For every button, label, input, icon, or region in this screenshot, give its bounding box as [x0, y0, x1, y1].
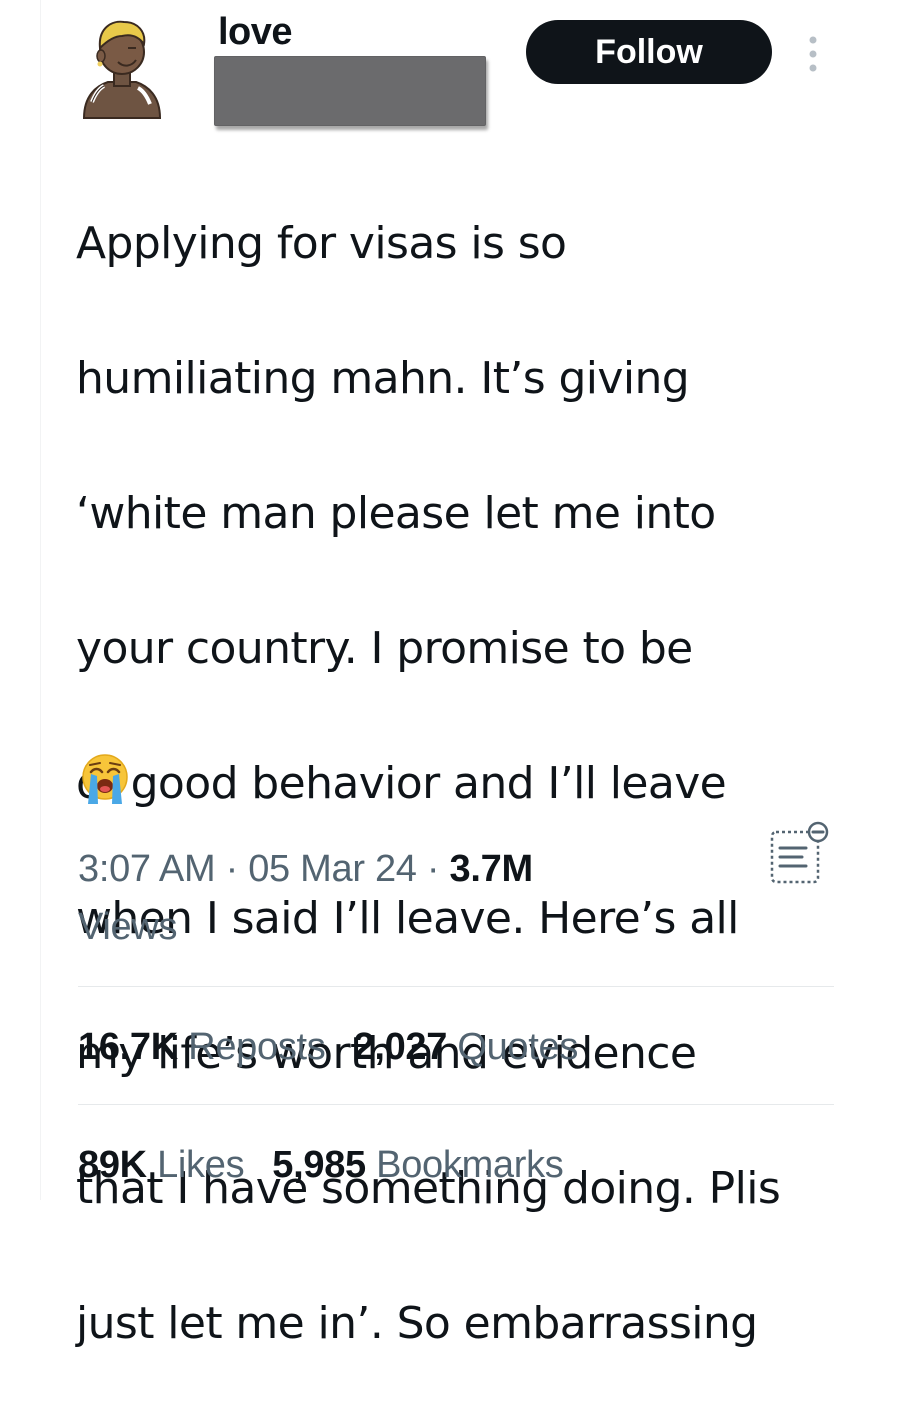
- bookmarks-label: Bookmarks: [376, 1144, 564, 1186]
- reposts-label: Reposts: [188, 1026, 326, 1068]
- quotes-count: 2,027: [353, 1026, 448, 1068]
- bookmarks-count: 5,985: [272, 1144, 366, 1186]
- tweet-text: Applying for visas is so humiliating mah…: [76, 142, 866, 1425]
- tweet-time[interactable]: 3:07 AM: [78, 848, 216, 890]
- summary-icon[interactable]: [766, 818, 830, 886]
- handle-redaction: [214, 56, 486, 126]
- loudly-crying-face-icon: [78, 752, 132, 806]
- follow-button[interactable]: Follow: [526, 20, 772, 84]
- divider: [78, 1104, 834, 1105]
- display-name[interactable]: love: [218, 10, 293, 54]
- tweet-line: ‘white man please let me into: [76, 487, 716, 539]
- views-count: 3.7M: [449, 848, 534, 890]
- likes-stat[interactable]: 89K Likes: [78, 1144, 245, 1186]
- likes-label: Likes: [157, 1144, 245, 1186]
- avatar[interactable]: [78, 12, 164, 120]
- avatar-illustration: [82, 20, 162, 119]
- tweet-meta: 3:07 AM · 05 Mar 24 · 3.7M Views: [78, 840, 718, 956]
- tweet-line: your country. I promise to be: [76, 622, 693, 674]
- bookmarks-stat[interactable]: 5,985 Bookmarks: [272, 1144, 564, 1186]
- stats-row-reposts-quotes: 16.7K Reposts 2,027 Quotes: [78, 1022, 606, 1072]
- divider: [78, 986, 834, 987]
- tweet-line: Applying for visas is so: [76, 217, 567, 269]
- more-options-icon[interactable]: [806, 34, 820, 74]
- tweet-line: humiliating mahn. It’s giving: [76, 352, 690, 404]
- page-edge: [40, 0, 41, 1200]
- reposts-stat[interactable]: 16.7K Reposts: [78, 1026, 326, 1068]
- meta-separator: ·: [225, 848, 239, 890]
- likes-count: 89K: [78, 1144, 147, 1186]
- tweet-line: of good behavior and I’ll leave: [76, 757, 727, 809]
- quotes-label: Quotes: [457, 1026, 579, 1068]
- views-label: Views: [78, 906, 178, 948]
- quotes-stat[interactable]: 2,027 Quotes: [353, 1026, 578, 1068]
- tweet-date[interactable]: 05 Mar 24: [248, 848, 417, 890]
- tweet-line: just let me in’. So embarrassing: [76, 1297, 758, 1349]
- stats-row-likes-bookmarks: 89K Likes 5,985 Bookmarks: [78, 1140, 592, 1190]
- reposts-count: 16.7K: [78, 1026, 178, 1068]
- meta-separator: ·: [426, 848, 440, 890]
